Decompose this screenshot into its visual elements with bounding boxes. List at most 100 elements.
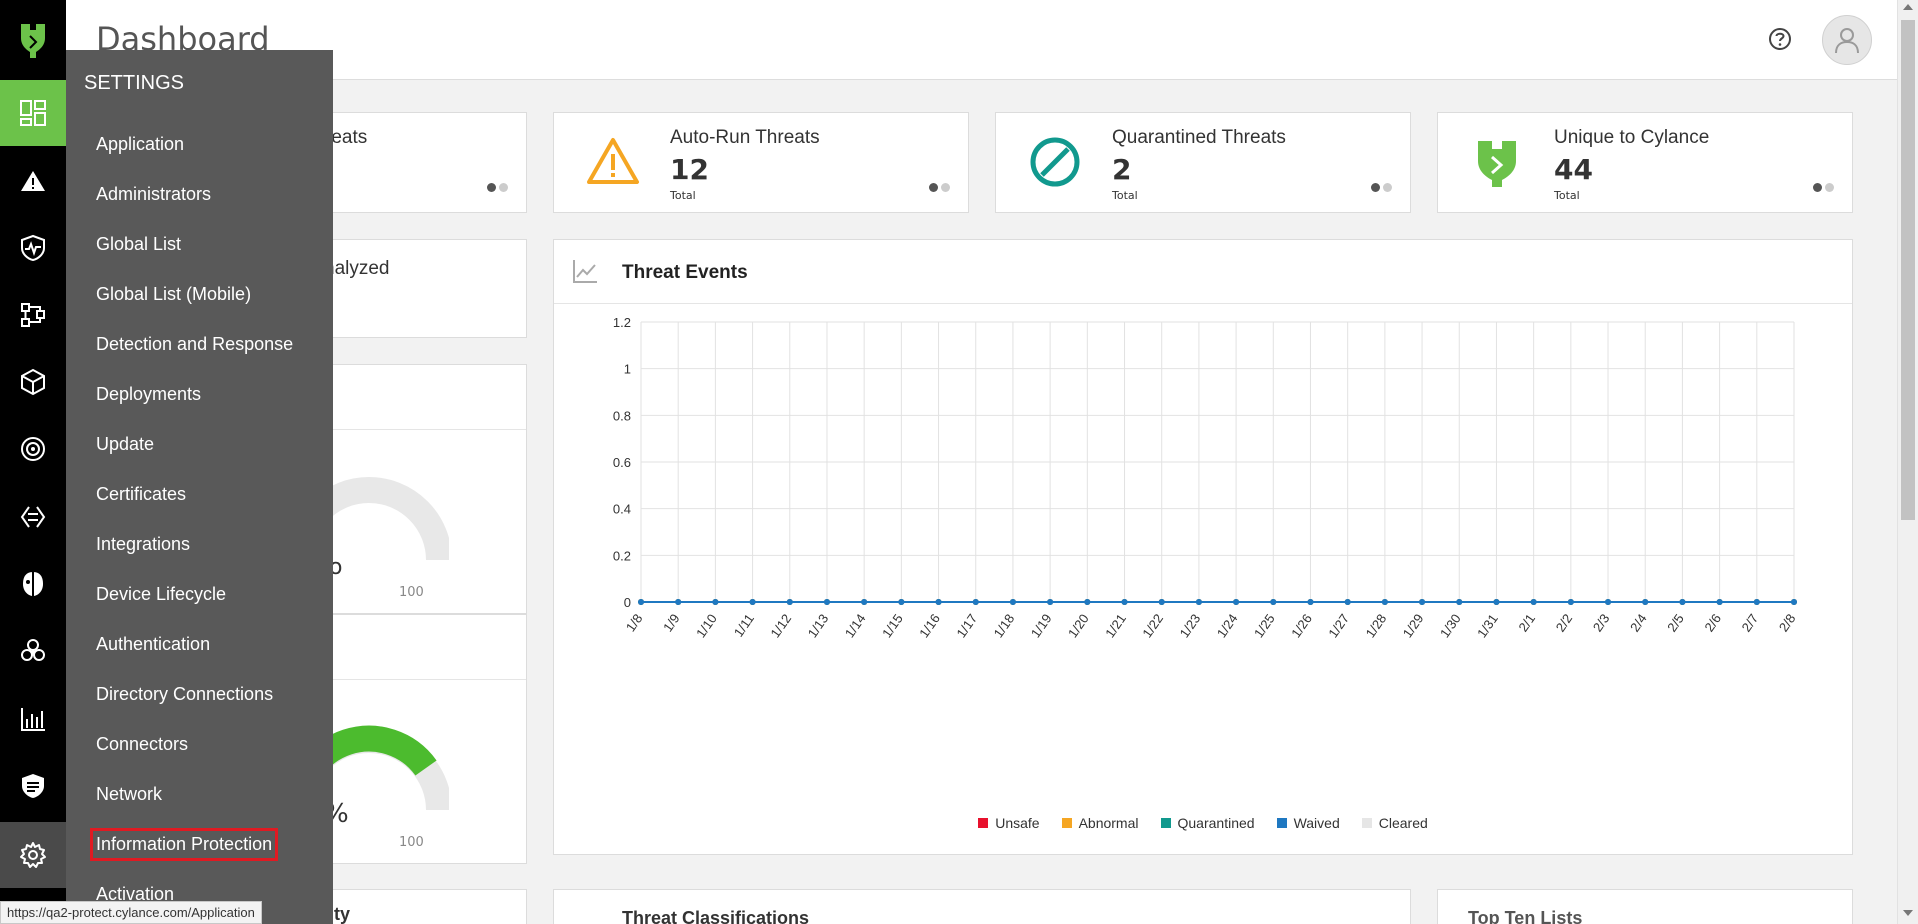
x-tick-label: 1/22 [1139,611,1166,640]
legend-swatch [978,818,989,828]
data-point-waived [1530,599,1537,605]
chart-title: Threat Events [622,262,748,283]
legend-swatch [1061,818,1072,828]
settings-flyout: SETTINGS Application Administrators Global… [66,50,333,924]
settings-item-authentication[interactable]: Authentication [96,634,210,655]
settings-item-integrations[interactable]: Integrations [96,534,190,555]
x-tick-label: 2/2 [1553,611,1576,634]
x-tick-label: 1/25 [1251,611,1278,640]
legend-label: Cleared [1378,815,1428,831]
x-tick-label: 2/1 [1515,611,1538,634]
scrollbar-thumb[interactable] [1901,20,1915,520]
rail-dashboard[interactable] [0,80,66,146]
x-tick-label: 1/15 [879,611,906,640]
biohazard-icon [21,639,45,661]
settings-item-connectors[interactable]: Connectors [96,734,188,755]
data-point-waived [1307,599,1314,605]
shield-list-icon [22,774,44,798]
x-tick-label: 1/28 [1363,611,1390,640]
data-point-waived [1195,599,1202,605]
settings-item-detection-and-response[interactable]: Detection and Response [96,334,293,355]
card-pager[interactable] [1371,183,1392,192]
threat-classifications-card: Threat Classifications [553,889,1411,924]
x-tick-label: 1/18 [991,611,1018,640]
dashboard-icon [20,100,46,126]
legend-label: Quarantined [1177,815,1255,831]
top-header: Dashboard [66,0,1897,80]
page-scrollbar[interactable] [1897,0,1918,924]
rail-policies[interactable] [0,484,66,550]
chevrons-icon [20,506,46,528]
x-tick-label: 1/21 [1102,611,1129,640]
stat-title: Quarantined Threats [1112,127,1286,148]
mask-icon [23,572,43,596]
legend-item-waived[interactable]: Waived [1276,815,1340,831]
scroll-down-icon[interactable] [1903,910,1913,916]
card-pager[interactable] [487,183,508,192]
x-tick-label: 1/12 [767,611,794,640]
legend-label: Waived [1293,815,1340,831]
settings-item-application[interactable]: Application [96,134,184,155]
settings-item-administrators[interactable]: Administrators [96,184,211,205]
cylance-logo-icon[interactable] [0,0,66,80]
stat-value: 12 [670,153,709,186]
rail-reports[interactable] [0,686,66,752]
legend-item-cleared[interactable]: Cleared [1361,815,1428,831]
threat-events-chart: 1.2 1 0.8 0.6 0.4 0.2 01/8 1/9 1/10 1/11 1/12 1/13 1… [613,315,1799,640]
warning-icon [21,171,45,191]
stat-card-unique[interactable]: Unique to Cylance 44 Total [1437,112,1853,213]
data-point-waived [1121,599,1128,605]
target-icon [21,437,45,461]
settings-item-deployments[interactable]: Deployments [96,384,201,405]
rail-gateway[interactable] [0,753,66,819]
x-tick-label: 1/27 [1325,611,1352,640]
legend-item-unsafe[interactable]: Unsafe [978,815,1040,831]
gauge-max: 100 [399,585,424,600]
user-icon [1835,28,1859,54]
settings-item-network[interactable]: Network [96,784,162,805]
stat-card-quarantined[interactable]: Quarantined Threats 2 Total [995,112,1411,213]
settings-item-directory-connections[interactable]: Directory Connections [96,684,273,705]
stat-value: 44 [1554,153,1593,186]
rail-settings[interactable] [0,822,66,888]
legend-label: Unsafe [995,815,1040,831]
legend-item-abnormal[interactable]: Abnormal [1061,815,1139,831]
x-tick-label: 2/4 [1627,611,1650,634]
data-point-waived [1344,599,1351,605]
legend-swatch [1160,818,1171,828]
settings-item-information-protection[interactable]: Information Protection [89,828,279,861]
x-tick-label: 1/16 [916,611,943,640]
quarantine-icon [1028,135,1082,189]
threat-events-card: Threat Events 1.2 1 0.8 0.6 0.4 0.2 0 1/8 1/9 1/1… [553,239,1853,855]
rail-devices[interactable] [0,349,66,415]
rail-protect-mobile[interactable] [0,618,66,684]
rail-optics[interactable] [0,416,66,482]
stat-sub: Total [1112,189,1138,202]
legend-item-quarantined[interactable]: Quarantined [1160,815,1255,831]
rail-persona[interactable] [0,551,66,617]
settings-item-update[interactable]: Update [96,434,154,455]
x-tick-label: 1/30 [1437,611,1464,640]
stat-title: Unique to Cylance [1554,127,1710,148]
help-icon[interactable] [1767,26,1793,52]
settings-item-device-lifecycle[interactable]: Device Lifecycle [96,584,226,605]
warning-triangle-icon [586,135,640,189]
line-chart-icon [572,258,598,284]
scroll-up-icon[interactable] [1903,4,1913,10]
bar-chart-icon [21,708,45,731]
x-tick-label: 1/31 [1474,611,1501,640]
settings-item-global-list-mobile[interactable]: Global List (Mobile) [96,284,251,305]
legend-label: Abnormal [1078,815,1139,831]
rail-protection[interactable] [0,215,66,281]
stat-sub: Total [670,189,696,202]
rail-alerts[interactable] [0,148,66,214]
card-pager[interactable] [1813,183,1834,192]
card-pager[interactable] [929,183,950,192]
x-tick-label: 2/5 [1664,611,1687,634]
data-point-waived [1419,599,1426,605]
user-avatar[interactable] [1822,15,1872,65]
rail-zones[interactable] [0,282,66,348]
stat-card-auto-run[interactable]: Auto-Run Threats 12 Total [553,112,969,213]
settings-item-global-list[interactable]: Global List [96,234,181,255]
settings-item-certificates[interactable]: Certificates [96,484,186,505]
